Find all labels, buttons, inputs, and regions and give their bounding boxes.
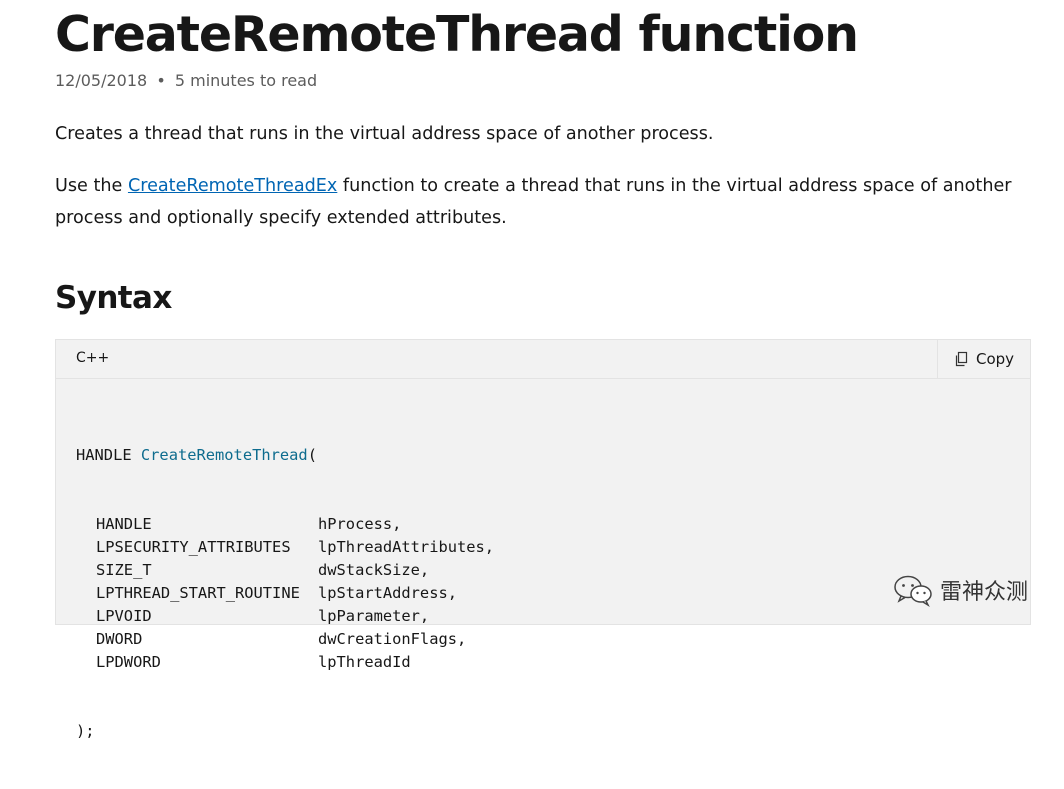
code-language-label: C++: [76, 350, 110, 366]
code-param-name: lpThreadAttributes,: [318, 538, 495, 556]
code-param-name: hProcess,: [318, 515, 402, 533]
code-param-line: LPTHREAD_START_ROUTINE lpStartAddress,: [76, 582, 494, 605]
metadata-separator: •: [156, 71, 166, 90]
code-param-type: HANDLE: [96, 515, 152, 533]
code-closing-line: );: [76, 722, 95, 740]
article-metadata: 12/05/2018 • 5 minutes to read: [55, 71, 317, 90]
paragraph-prefix: Use the: [55, 176, 128, 196]
code-function-name: CreateRemoteThread: [140, 446, 308, 464]
code-param-name: lpParameter,: [318, 607, 430, 625]
code-param-type: SIZE_T: [96, 561, 152, 579]
code-param-type: LPDWORD: [96, 653, 161, 671]
code-param-name: dwCreationFlags,: [318, 630, 467, 648]
code-params: HANDLE hProcess, LPSECURITY_ATTRIBUTES lpTh…: [76, 513, 494, 674]
code-param-type: LPTHREAD_START_ROUTINE: [96, 584, 300, 602]
page-title: CreateRemoteThread function: [55, 6, 859, 63]
code-body: HANDLE CreateRemoteThread( HANDLE hProces…: [76, 398, 494, 789]
code-param-line: DWORD dwCreationFlags,: [76, 628, 494, 651]
intro-paragraph: Creates a thread that runs in the virtua…: [55, 124, 714, 144]
code-signature-line: HANDLE CreateRemoteThread(: [76, 444, 494, 467]
syntax-heading: Syntax: [55, 280, 172, 316]
code-open-paren: (: [307, 446, 317, 464]
code-param-type: LPSECURITY_ATTRIBUTES: [96, 538, 291, 556]
code-param-line: HANDLE hProcess,: [76, 513, 494, 536]
watermark: 雷神众测: [892, 573, 1028, 607]
copy-icon: [955, 351, 968, 367]
code-param-type: DWORD: [96, 630, 143, 648]
code-param-line: LPVOID lpParameter,: [76, 605, 494, 628]
wechat-icon: [894, 575, 932, 607]
read-time: 5 minutes to read: [174, 71, 318, 90]
related-paragraph: Use the CreateRemoteThreadEx function to…: [55, 170, 1015, 234]
code-param-name: lpThreadId: [318, 653, 411, 671]
code-param-name: lpStartAddress,: [318, 584, 457, 602]
code-header: C++ Copy: [56, 340, 1030, 379]
copy-button[interactable]: Copy: [937, 340, 1030, 378]
code-param-name: dwStackSize,: [318, 561, 430, 579]
article-date: 12/05/2018: [55, 71, 148, 90]
code-param-line: LPDWORD lpThreadId: [76, 651, 494, 674]
code-return-type: HANDLE: [76, 446, 132, 464]
copy-label: Copy: [975, 350, 1015, 368]
watermark-text: 雷神众测: [939, 580, 1028, 605]
createremotethreadex-link[interactable]: CreateRemoteThreadEx: [128, 176, 337, 196]
code-param-line: LPSECURITY_ATTRIBUTES lpThreadAttributes,: [76, 536, 494, 559]
code-block: C++ Copy HANDLE CreateRemoteThread( HAND…: [55, 339, 1031, 740]
code-param-type: LPVOID: [96, 607, 152, 625]
code-param-line: SIZE_T dwStackSize,: [76, 559, 494, 582]
